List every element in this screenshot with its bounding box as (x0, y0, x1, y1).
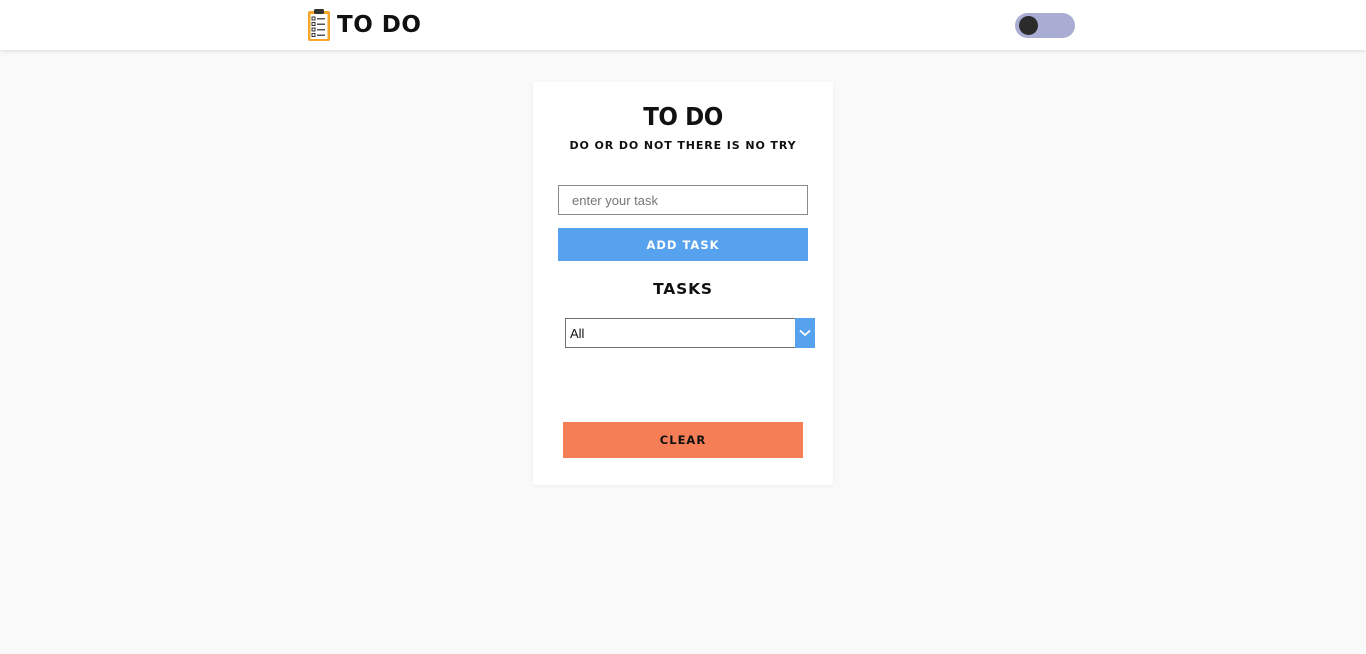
filter-dropdown-button[interactable] (795, 318, 815, 348)
tasks-heading: TASKS (653, 280, 713, 298)
brand-title: TO DO (337, 12, 422, 38)
navbar: TO DO (0, 0, 1366, 50)
card-title: TO DO (643, 102, 723, 131)
chevron-down-icon (799, 329, 811, 337)
add-task-button[interactable]: ADD TASK (558, 228, 808, 261)
clear-button[interactable]: CLEAR (563, 422, 803, 458)
filter-selected-value: All (570, 326, 585, 341)
task-input[interactable] (558, 185, 808, 215)
theme-toggle[interactable] (1015, 13, 1075, 38)
task-filter-select[interactable]: All (565, 318, 815, 348)
card-subtitle: DO OR DO NOT THERE IS NO TRY (569, 139, 797, 152)
toggle-knob (1019, 16, 1038, 35)
brand[interactable]: TO DO (307, 7, 421, 43)
todo-card: TO DO DO OR DO NOT THERE IS NO TRY ADD T… (533, 82, 833, 485)
task-list (558, 362, 808, 412)
clipboard-checklist-icon (307, 8, 331, 42)
